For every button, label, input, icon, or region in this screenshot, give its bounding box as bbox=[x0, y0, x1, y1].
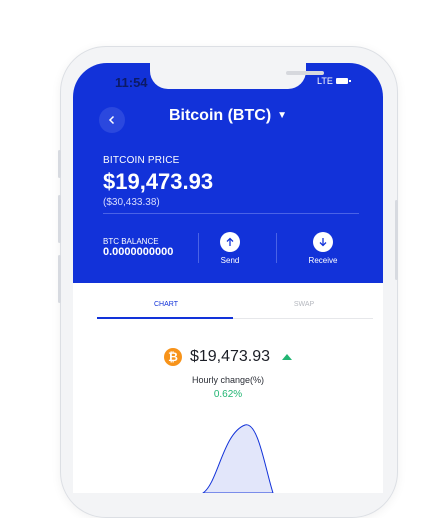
header-divider bbox=[103, 213, 359, 214]
price-label: BITCOIN PRICE bbox=[103, 155, 180, 166]
status-time: 11:54 bbox=[115, 75, 148, 90]
page-title: Bitcoin (BTC) bbox=[168, 107, 272, 124]
coin-selector[interactable]: Bitcoin (BTC) ▼ bbox=[73, 107, 383, 125]
active-tab-indicator bbox=[97, 317, 233, 319]
phone-side-button bbox=[58, 255, 61, 303]
receive-label: Receive bbox=[308, 256, 338, 265]
tab-chart[interactable]: CHART bbox=[97, 301, 235, 308]
receive-circle bbox=[313, 232, 333, 252]
speaker-grill bbox=[286, 71, 324, 75]
network-label: LTE bbox=[317, 76, 333, 86]
status-indicators: LTE bbox=[317, 76, 351, 86]
price-value: $19,473.93 bbox=[103, 169, 214, 194]
tab-bar: CHART SWAP bbox=[97, 301, 373, 321]
send-button[interactable]: Send bbox=[200, 232, 260, 265]
bitcoin-icon: ₿ bbox=[163, 348, 182, 366]
hourly-change-value: 0.62% bbox=[213, 389, 243, 400]
app-screen: 11:54 LTE Bitcoin (BTC) ▼ BITCOIN PRICE $… bbox=[73, 63, 383, 493]
header-panel: 11:54 LTE Bitcoin (BTC) ▼ BITCOIN PRICE $… bbox=[73, 63, 383, 283]
coin-price: $19,473.93 bbox=[189, 348, 271, 365]
coin-summary: ₿ $19,473.93 bbox=[73, 348, 383, 366]
send-circle bbox=[220, 232, 240, 252]
phone-side-button bbox=[58, 150, 61, 178]
balance-value: 0.0000000000 bbox=[103, 246, 174, 258]
phone-power-button bbox=[395, 200, 398, 280]
receive-button[interactable]: Receive bbox=[293, 232, 353, 265]
chart-area bbox=[202, 424, 274, 493]
action-divider bbox=[276, 233, 277, 263]
phone-side-button bbox=[58, 195, 61, 243]
price-chart bbox=[202, 424, 274, 493]
arrow-up-icon bbox=[226, 237, 234, 246]
hourly-change-label: Hourly change(%) bbox=[191, 375, 265, 385]
dropdown-caret-icon: ▼ bbox=[277, 110, 288, 121]
balance-divider bbox=[198, 233, 199, 263]
arrow-down-icon bbox=[319, 238, 327, 247]
battery-icon bbox=[335, 78, 351, 84]
tab-swap[interactable]: SWAP bbox=[235, 301, 373, 308]
price-secondary: ($30,433.38) bbox=[103, 197, 160, 208]
up-trend-icon bbox=[282, 354, 293, 360]
balance-label: BTC BALANCE bbox=[103, 237, 159, 246]
send-label: Send bbox=[220, 256, 240, 265]
phone-notch bbox=[150, 63, 324, 89]
